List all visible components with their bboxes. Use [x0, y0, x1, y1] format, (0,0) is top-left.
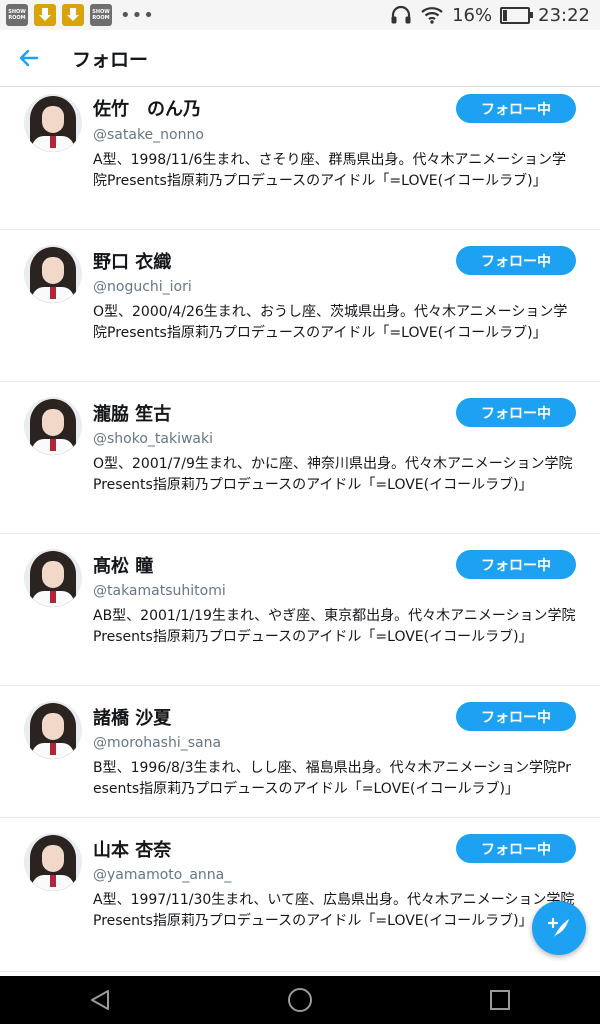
avatar[interactable]	[24, 833, 82, 891]
user-bio: AB型、2001/1/19生まれ、やぎ座、東京都出身。代々木アニメーション学院P…	[93, 608, 576, 645]
following-list: 佐竹 のん乃 @satake_nonno A型、1998/11/6生まれ、さそり…	[0, 87, 600, 975]
user-bio: O型、2001/7/9生まれ、かに座、神奈川県出身。代々木アニメーション学院Pr…	[93, 456, 573, 493]
user-display-name: 諸橋 沙夏	[93, 708, 172, 729]
status-bar: SHOW ROOM SHOW ROOM ••• 16% 23:22	[0, 0, 600, 30]
user-row[interactable]: 佐竹 のん乃 @satake_nonno A型、1998/11/6生まれ、さそり…	[0, 87, 600, 230]
battery-icon	[500, 6, 534, 24]
user-row[interactable]: 瀧脇 笙古 @shoko_takiwaki O型、2001/7/9生まれ、かに座…	[0, 382, 600, 534]
download-icon	[34, 4, 56, 26]
following-button[interactable]: フォロー中	[456, 94, 576, 123]
following-button[interactable]: フォロー中	[456, 398, 576, 427]
following-button[interactable]: フォロー中	[456, 550, 576, 579]
user-display-name: 野口 衣織	[93, 252, 172, 273]
user-bio: A型、1997/11/30生まれ、いて座、広島県出身。代々木アニメーション学院P…	[93, 892, 575, 929]
following-button[interactable]: フォロー中	[456, 702, 576, 731]
nav-home-button[interactable]	[280, 980, 320, 1020]
headphones-icon	[391, 5, 411, 24]
avatar[interactable]	[24, 94, 82, 152]
user-handle: @noguchi_iori	[93, 279, 192, 295]
system-navigation-bar	[0, 976, 600, 1024]
status-indicators: 16% 23:22	[390, 0, 590, 30]
wifi-icon	[421, 7, 443, 24]
nav-back-icon	[91, 990, 109, 1010]
user-bio: O型、2000/4/26生まれ、おうし座、茨城県出身。代々木アニメーション学院P…	[93, 304, 568, 341]
notification-icons: SHOW ROOM SHOW ROOM •••	[6, 4, 155, 26]
download-icon	[62, 4, 84, 26]
following-button[interactable]: フォロー中	[456, 834, 576, 863]
user-handle: @morohashi_sana	[93, 735, 222, 751]
avatar[interactable]	[24, 245, 82, 303]
user-row[interactable]: 諸橋 沙夏 @morohashi_sana B型、1996/8/3生まれ、しし座…	[0, 686, 600, 818]
nav-recents-button[interactable]	[480, 980, 520, 1020]
avatar[interactable]	[24, 397, 82, 455]
user-display-name: 髙松 瞳	[93, 556, 154, 577]
back-arrow-icon	[19, 49, 39, 67]
clock: 23:22	[538, 4, 590, 26]
user-handle: @takamatsuhitomi	[93, 583, 226, 599]
showroom-app-icon: SHOW ROOM	[6, 4, 28, 26]
nav-home-icon	[288, 988, 312, 1012]
user-row[interactable]: 山本 杏奈 @yamamoto_anna_ A型、1997/11/30生まれ、い…	[0, 818, 600, 972]
back-button[interactable]	[14, 43, 44, 73]
top-app-bar: フォロー	[0, 30, 600, 87]
nav-back-button[interactable]	[80, 980, 120, 1020]
user-display-name: 山本 杏奈	[93, 840, 172, 861]
user-row[interactable]: 髙松 瞳 @takamatsuhitomi AB型、2001/1/19生まれ、や…	[0, 534, 600, 686]
avatar[interactable]	[24, 549, 82, 607]
battery-percent: 16%	[452, 4, 493, 26]
user-handle: @satake_nonno	[93, 127, 204, 143]
showroom-app-icon: SHOW ROOM	[90, 4, 112, 26]
user-bio: A型、1998/11/6生まれ、さそり座、群馬県出身。代々木アニメーション学院P…	[93, 152, 566, 189]
user-display-name: 佐竹 のん乃	[93, 99, 201, 120]
user-display-name: 瀧脇 笙古	[93, 404, 172, 425]
user-handle: @shoko_takiwaki	[93, 431, 213, 447]
nav-recents-icon	[490, 990, 510, 1010]
compose-tweet-icon	[547, 917, 569, 937]
user-bio: B型、1996/8/3生まれ、しし座、福島県出身。代々木アニメーション学院Pre…	[93, 760, 572, 797]
avatar[interactable]	[24, 701, 82, 759]
compose-tweet-button[interactable]	[532, 901, 586, 955]
user-row[interactable]: 野口 衣織 @noguchi_iori O型、2000/4/26生まれ、おうし座…	[0, 230, 600, 382]
more-notifications-icon: •••	[120, 4, 155, 26]
page-title: フォロー	[72, 48, 149, 71]
user-handle: @yamamoto_anna_	[93, 867, 232, 883]
following-button[interactable]: フォロー中	[456, 246, 576, 275]
